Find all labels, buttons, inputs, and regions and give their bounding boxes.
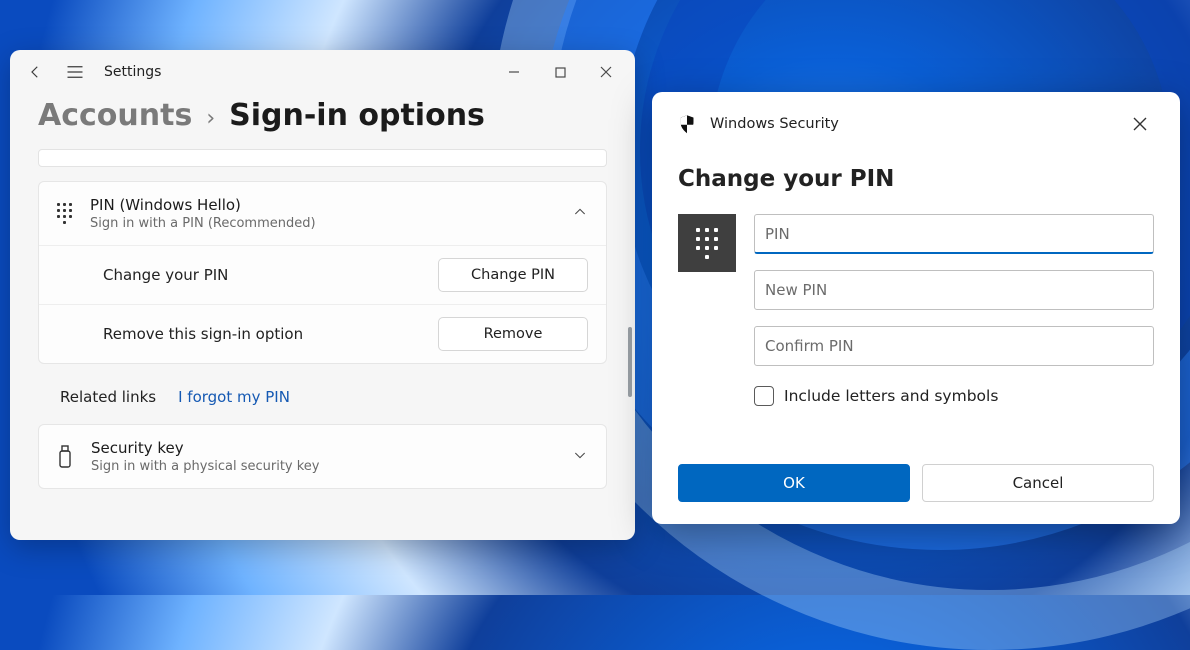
back-icon[interactable] <box>24 63 46 81</box>
change-pin-label: Change your PIN <box>103 266 228 284</box>
dialog-titlebar: Windows Security <box>678 110 1154 138</box>
breadcrumb-current: Sign-in options <box>229 98 485 133</box>
usb-key-icon <box>57 445 73 469</box>
close-button[interactable] <box>583 57 629 87</box>
app-title: Settings <box>104 64 161 80</box>
security-key-subtitle: Sign in with a physical security key <box>91 459 320 474</box>
change-pin-button[interactable]: Change PIN <box>438 258 588 292</box>
confirm-pin-placeholder: Confirm PIN <box>765 337 854 355</box>
cancel-button[interactable]: Cancel <box>922 464 1154 502</box>
breadcrumb-parent[interactable]: Accounts <box>38 98 192 133</box>
forgot-pin-link[interactable]: I forgot my PIN <box>178 388 290 406</box>
shield-icon <box>678 114 696 134</box>
dialog-heading: Change your PIN <box>678 166 1154 192</box>
chevron-up-icon <box>572 204 588 224</box>
keypad-icon <box>57 203 72 224</box>
menu-icon[interactable] <box>64 65 86 79</box>
include-symbols-label: Include letters and symbols <box>784 387 998 405</box>
confirm-pin-input[interactable]: Confirm PIN <box>754 326 1154 366</box>
breadcrumb: Accounts › Sign-in options <box>10 94 635 149</box>
pin-section-subtitle: Sign in with a PIN (Recommended) <box>90 216 316 231</box>
dialog-title: Windows Security <box>710 116 839 132</box>
remove-pin-button[interactable]: Remove <box>438 317 588 351</box>
pin-section-title: PIN (Windows Hello) <box>90 196 316 214</box>
include-symbols-row[interactable]: Include letters and symbols <box>754 386 1154 406</box>
settings-content: PIN (Windows Hello) Sign in with a PIN (… <box>10 149 635 503</box>
include-symbols-checkbox[interactable] <box>754 386 774 406</box>
remove-pin-label: Remove this sign-in option <box>103 325 303 343</box>
chevron-down-icon <box>572 447 588 467</box>
scrollbar-thumb[interactable] <box>628 327 632 397</box>
pin-section: PIN (Windows Hello) Sign in with a PIN (… <box>38 181 607 364</box>
pin-tile-icon <box>678 214 736 272</box>
current-pin-input[interactable]: PIN <box>754 214 1154 254</box>
current-pin-placeholder: PIN <box>765 225 790 243</box>
maximize-button[interactable] <box>537 57 583 87</box>
change-pin-row: Change your PIN Change PIN <box>39 245 606 304</box>
new-pin-input[interactable]: New PIN <box>754 270 1154 310</box>
collapsed-section-partial[interactable] <box>38 149 607 167</box>
remove-pin-row: Remove this sign-in option Remove <box>39 304 606 363</box>
titlebar: Settings <box>10 50 635 94</box>
related-links-header: Related links <box>60 388 156 406</box>
new-pin-placeholder: New PIN <box>765 281 827 299</box>
settings-window: Settings Accounts › Sign-in options PIN … <box>10 50 635 540</box>
chevron-right-icon: › <box>206 106 215 131</box>
related-links: Related links I forgot my PIN <box>38 378 607 424</box>
security-key-section[interactable]: Security key Sign in with a physical sec… <box>38 424 607 489</box>
dialog-close-button[interactable] <box>1126 110 1154 138</box>
minimize-button[interactable] <box>491 57 537 87</box>
windows-security-dialog: Windows Security Change your PIN PIN New… <box>652 92 1180 524</box>
security-key-title: Security key <box>91 439 320 457</box>
pin-section-header[interactable]: PIN (Windows Hello) Sign in with a PIN (… <box>39 182 606 245</box>
ok-button[interactable]: OK <box>678 464 910 502</box>
